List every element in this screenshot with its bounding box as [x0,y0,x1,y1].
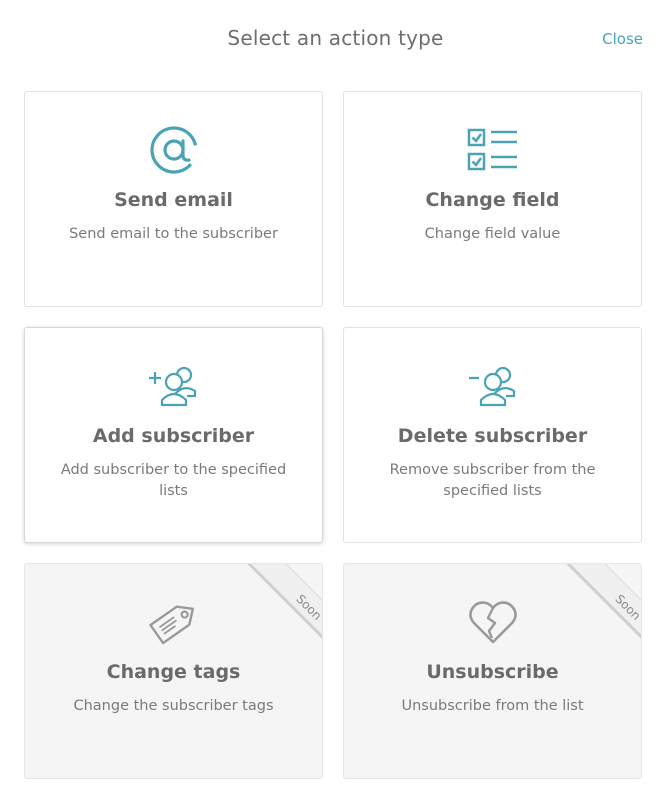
modal-header: Select an action type Close [0,0,671,80]
checklist-icon [344,124,641,176]
action-card-title: Delete subscriber [397,425,588,447]
action-card-title: Change tags [106,661,241,683]
action-card-description: Unsubscribe from the list [401,698,584,714]
action-card-title: Change field [425,189,560,211]
action-card-description: Change field value [424,226,561,242]
action-card-description: Add subscriber to the specified lists [60,462,287,499]
action-card-description: Change the subscriber tags [73,698,274,714]
add-users-icon [25,360,322,412]
modal-title: Select an action type [227,26,444,50]
at-icon [25,124,322,176]
action-card-unsubscribe: Soon Unsubscribe Unsubscribe from the li… [343,563,642,779]
action-card-change-tags: Soon Change tags Change the subscriber t… [24,563,323,779]
close-button[interactable]: Close [602,30,643,48]
action-card-title: Add subscriber [92,425,255,447]
action-card-title: Unsubscribe [426,661,559,683]
action-card-title: Send email [114,189,233,211]
remove-users-icon [344,360,641,412]
action-card-delete-subscriber[interactable]: Delete subscriber Remove subscriber from… [343,327,642,543]
action-card-send-email[interactable]: Send email Send email to the subscriber [24,91,323,307]
action-card-change-field[interactable]: Change field Change field value [343,91,642,307]
action-type-modal: Select an action type Close Send email S… [0,0,671,805]
action-card-description: Remove subscriber from the specified lis… [389,462,596,499]
action-card-description: Send email to the subscriber [69,226,278,242]
tag-icon [25,596,322,648]
action-card-add-subscriber[interactable]: Add subscriber Add subscriber to the spe… [24,327,323,543]
broken-heart-icon [344,596,641,648]
